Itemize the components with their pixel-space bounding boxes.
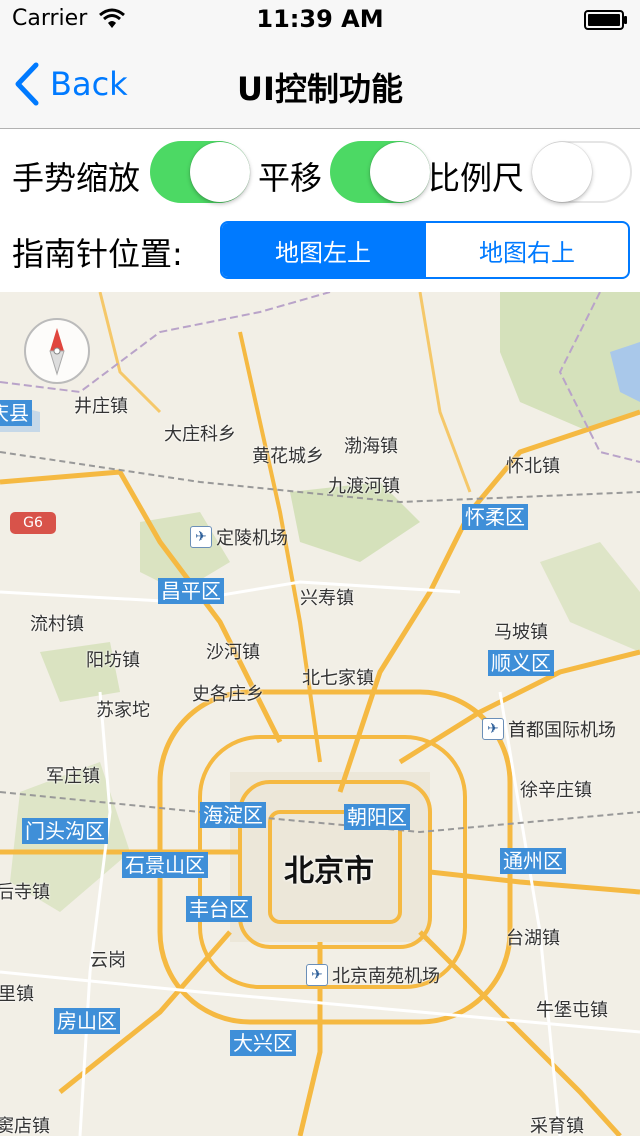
status-time: 11:39 AM bbox=[256, 5, 384, 33]
place-label: 流村镇 bbox=[30, 614, 84, 635]
district-label: 顺义区 bbox=[488, 650, 554, 676]
segment-top-left[interactable]: 地图左上 bbox=[222, 223, 424, 277]
airport-marker: ✈ 北京南苑机场 bbox=[306, 962, 440, 988]
city-label: 北京市 bbox=[284, 854, 374, 889]
place-label: 九渡河镇 bbox=[328, 476, 400, 497]
district-label: 石景山区 bbox=[122, 852, 208, 878]
compass-button[interactable] bbox=[24, 318, 90, 384]
switch-knob bbox=[370, 142, 430, 202]
pan-switch[interactable] bbox=[330, 141, 430, 203]
place-label: 怀北镇 bbox=[506, 456, 560, 477]
place-label: 井庄镇 bbox=[74, 396, 128, 417]
navigation-bar: Back UI控制功能 bbox=[0, 40, 640, 129]
airport-marker: ✈ 定陵机场 bbox=[190, 524, 288, 550]
place-label: 台湖镇 bbox=[506, 928, 560, 949]
place-label: 军庄镇 bbox=[46, 766, 100, 787]
place-label: 北七家镇 bbox=[302, 668, 374, 689]
district-label: 门头沟区 bbox=[22, 818, 108, 844]
place-label: 马坡镇 bbox=[494, 622, 548, 643]
compass-position-label: 指南针位置: bbox=[12, 235, 183, 273]
compass-position-segmented-control[interactable]: 地图左上 地图右上 bbox=[220, 221, 630, 279]
place-label: 苏家坨 bbox=[96, 700, 150, 721]
airport-marker: ✈ 首都国际机场 bbox=[482, 716, 616, 742]
place-label: 徐辛庄镇 bbox=[520, 780, 592, 801]
district-label: 朝阳区 bbox=[344, 804, 410, 830]
place-label: 窦店镇 bbox=[0, 1116, 50, 1136]
compass-icon bbox=[49, 328, 65, 376]
district-label: 大兴区 bbox=[230, 1030, 296, 1056]
g6-highway-shield: G6 bbox=[10, 512, 56, 534]
switch-knob bbox=[190, 142, 250, 202]
scale-bar-switch[interactable] bbox=[532, 141, 632, 203]
switch-knob bbox=[532, 142, 592, 202]
place-label: 兴寿镇 bbox=[300, 588, 354, 609]
place-label: 采育镇 bbox=[530, 1116, 584, 1136]
place-label: 阳坊镇 bbox=[86, 650, 140, 671]
page-title: UI控制功能 bbox=[237, 70, 403, 108]
district-label: 昌平区 bbox=[158, 578, 224, 604]
scale-bar-label: 比例尺 bbox=[428, 159, 525, 197]
map-view[interactable]: G6 庆县 怀柔区 昌平区 顺义区 门头沟区 海淀区 朝阳区 石景山区 通州区 … bbox=[0, 292, 640, 1136]
district-label: 怀柔区 bbox=[462, 504, 528, 530]
airplane-icon: ✈ bbox=[306, 964, 328, 986]
district-label: 庆县 bbox=[0, 400, 32, 426]
place-label: 史各庄乡 bbox=[192, 684, 264, 705]
gesture-zoom-label: 手势缩放 bbox=[12, 159, 141, 197]
district-label: 丰台区 bbox=[186, 896, 252, 922]
airport-label: 定陵机场 bbox=[216, 528, 288, 549]
airport-label: 北京南苑机场 bbox=[332, 966, 440, 987]
controls-panel: 手势缩放 平移 比例尺 指南针位置: 地图左上 地图右上 bbox=[0, 129, 640, 292]
place-label: 渤海镇 bbox=[344, 436, 398, 457]
place-label: 黄花城乡 bbox=[252, 446, 324, 467]
district-label: 海淀区 bbox=[200, 802, 266, 828]
airplane-icon: ✈ bbox=[190, 526, 212, 548]
compass-position-row: 指南针位置: 地图左上 地图右上 bbox=[0, 221, 640, 279]
district-label: 房山区 bbox=[54, 1008, 120, 1034]
battery-icon bbox=[584, 10, 627, 30]
segment-top-right[interactable]: 地图右上 bbox=[426, 223, 628, 277]
place-label: 沙河镇 bbox=[206, 642, 260, 663]
airplane-icon: ✈ bbox=[482, 718, 504, 740]
status-bar: Carrier 11:39 AM bbox=[0, 0, 640, 40]
airport-label: 首都国际机场 bbox=[508, 720, 616, 741]
district-label: 通州区 bbox=[500, 848, 566, 874]
place-label: 里镇 bbox=[0, 984, 34, 1005]
pan-label: 平移 bbox=[258, 159, 323, 197]
place-label: 大庄科乡 bbox=[164, 424, 236, 445]
place-label: 后寺镇 bbox=[0, 882, 50, 903]
place-label: 云岗 bbox=[90, 950, 126, 971]
toggles-row: 手势缩放 平移 比例尺 bbox=[0, 141, 640, 205]
place-label: 牛堡屯镇 bbox=[536, 1000, 608, 1021]
gesture-zoom-switch[interactable] bbox=[150, 141, 250, 203]
